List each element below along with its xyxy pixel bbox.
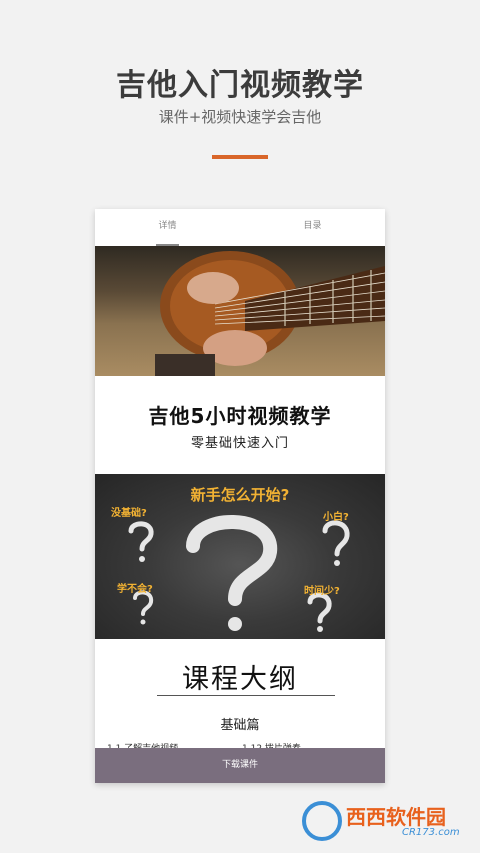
- tab-details[interactable]: 详情: [95, 209, 240, 246]
- accent-divider: [212, 155, 268, 159]
- watermark-brand: 西西软件园: [346, 805, 446, 829]
- chalkboard-banner: 新手怎么开始? 没基础? 小白? 学不会? 时间少?: [95, 474, 385, 639]
- tab-catalog[interactable]: 目录: [240, 209, 385, 246]
- course-title-block: 吉他5小时视频教学 零基础快速入门: [95, 376, 385, 474]
- outline-title: 课程大纲: [182, 664, 298, 695]
- site-watermark: 西西软件园 CR173.com: [302, 799, 462, 843]
- chalkboard-headline: 新手怎么开始?: [190, 486, 290, 504]
- chalk-tag-little-time: 时间少?: [304, 586, 340, 597]
- promo-subtitle: 课件+视频快速学会吉他: [158, 108, 322, 126]
- watermark-logo-icon: [302, 801, 342, 841]
- promo-headline: 吉他入门视频教学: [116, 68, 364, 103]
- chalk-tag-cant-learn: 学不会?: [117, 584, 153, 595]
- tab-bar: 详情 目录: [95, 209, 385, 247]
- guitar-photo: [95, 246, 385, 376]
- download-label: 下载课件: [221, 760, 258, 770]
- outline-divider: [157, 695, 335, 696]
- chalk-tag-no-basics: 没基础?: [111, 508, 147, 519]
- download-courseware-button[interactable]: 下载课件: [95, 748, 385, 783]
- chalk-tag-beginner: 小白?: [323, 512, 349, 523]
- course-subtitle: 零基础快速入门: [190, 436, 289, 451]
- watermark-site: CR173.com: [402, 827, 460, 838]
- course-title: 吉他5小时视频教学: [148, 404, 332, 428]
- phone-screen: 详情 目录 吉他5小时视频教学 零基础快速入门 新手怎么开始? 没基础? 小白?…: [95, 209, 385, 783]
- section-label: 基础篇: [220, 718, 260, 733]
- tab-catalog-label: 目录: [303, 221, 322, 231]
- tab-details-label: 详情: [158, 221, 177, 231]
